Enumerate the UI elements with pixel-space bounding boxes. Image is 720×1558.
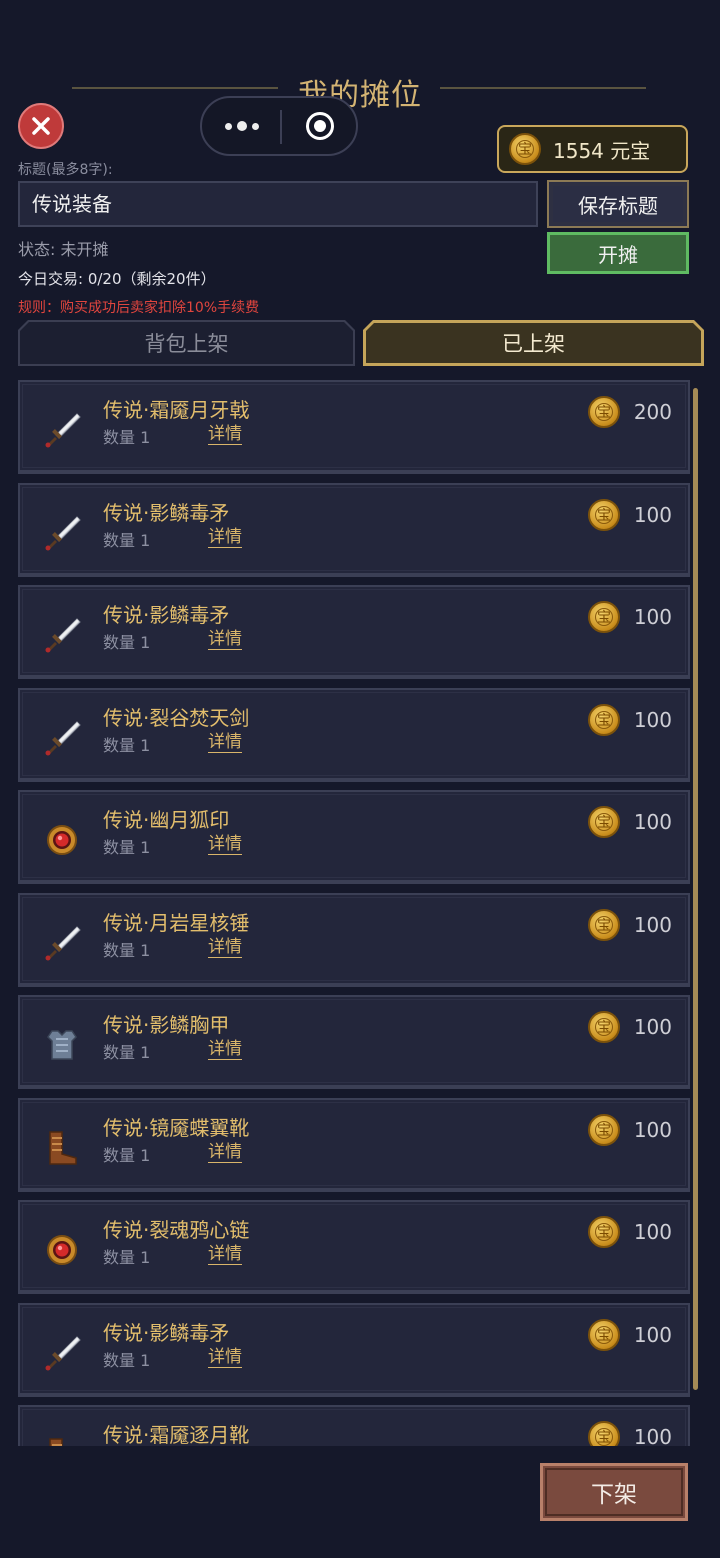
listed-items-list[interactable]: 传说·霜魇月牙戟 数量 1 详情宝 200 传说·影鳞毒矛 数量 1 详情宝 100 传说·影鳞… (18, 380, 690, 1446)
item-quantity: 数量 1 (103, 633, 151, 652)
amulet-icon (42, 1230, 82, 1270)
item-quantity: 数量 1 (103, 530, 151, 550)
item-quantity: 数量 1 (103, 735, 151, 755)
capsule-divider (280, 110, 282, 144)
amulet-icon (42, 820, 82, 860)
item-name: 传说·影鳞毒矛 (103, 603, 230, 627)
listing-row[interactable]: 传说·影鳞毒矛数量 1 详情 宝 100 (18, 1302, 690, 1397)
item-price: 200 (633, 400, 672, 424)
more-icon[interactable] (220, 114, 264, 138)
item-detail-link[interactable]: 详情 (208, 834, 242, 855)
gold-coin-icon: 宝 (588, 908, 620, 941)
item-name: 传说·镜魇蝶翼靴 (103, 1115, 250, 1140)
listing-row[interactable]: 传说·裂魂鸦心链数量 1 详情 宝 100 (18, 1200, 690, 1294)
item-quantity: 数量 1 (103, 1248, 151, 1267)
item-name: 传说·影鳞毒矛 (103, 500, 230, 525)
open-stall-button[interactable]: 开摊 (547, 232, 689, 274)
tab-bag-listing[interactable]: 背包上架 (18, 320, 355, 366)
item-price: 100 (633, 1322, 672, 1347)
target-icon[interactable] (305, 111, 335, 141)
listing-row[interactable]: 传说·裂谷焚天剑数量 1 详情 宝 100 (18, 687, 690, 782)
page-title: 我的摊位 (298, 78, 422, 113)
item-price: 100 (633, 1220, 672, 1244)
item-quantity: 数量 1 (103, 428, 151, 447)
title-field-label: 标题(最多8字): (18, 162, 113, 178)
listing-row[interactable]: 传说·影鳞毒矛数量 1 详情 宝 100 (18, 482, 690, 577)
item-price: 100 (633, 605, 672, 629)
item-price: 100 (633, 1425, 672, 1446)
item-detail-link[interactable]: 详情 (208, 1039, 242, 1060)
item-price: 100 (633, 810, 672, 834)
item-detail-link[interactable]: 详情 (208, 1244, 242, 1265)
item-detail-link[interactable]: 详情 (208, 937, 242, 958)
save-title-button[interactable]: 保存标题 (547, 180, 689, 228)
item-detail-link[interactable]: 详情 (208, 424, 242, 445)
item-detail-link[interactable]: 详情 (208, 1142, 242, 1163)
listing-row[interactable]: 传说·影鳞胸甲数量 1 详情 宝 100 (18, 995, 690, 1089)
item-quantity: 数量 1 (103, 838, 151, 857)
item-detail-link[interactable]: 详情 (208, 1347, 242, 1368)
dagger-icon (42, 410, 82, 450)
item-name: 传说·影鳞胸甲 (103, 1013, 230, 1037)
listing-row[interactable]: 传说·霜魇月牙戟数量 1 详情 宝 200 (18, 380, 690, 474)
currency-display: 宝 1554 元宝 (497, 125, 688, 173)
title-bar: 我的摊位 (0, 62, 720, 113)
gold-coin-icon: 宝 (588, 396, 620, 428)
fee-rule-text: 规则：购买成功后卖家扣除10%手续费 (18, 300, 260, 316)
close-icon (32, 117, 50, 135)
list-scrollbar[interactable] (693, 388, 698, 1390)
daily-trade-count: 今日交易: 0/20（剩余20件） (18, 270, 216, 288)
listing-row[interactable]: 传说·月岩星核锤数量 1 详情 宝 100 (18, 892, 690, 987)
gold-coin-icon: 宝 (588, 1421, 620, 1446)
stall-title-input[interactable]: 传说装备 (18, 181, 538, 227)
item-name: 传说·影鳞毒矛 (103, 1320, 230, 1345)
delist-button[interactable]: 下架 (540, 1463, 688, 1521)
listing-row[interactable]: 传说·影鳞毒矛数量 1 详情 宝 100 (18, 585, 690, 679)
item-detail-link[interactable]: 详情 (208, 629, 242, 650)
item-detail-link[interactable]: 详情 (208, 732, 242, 753)
dagger-icon (42, 513, 82, 553)
gold-coin-icon: 宝 (588, 601, 620, 633)
item-price: 100 (633, 912, 672, 937)
item-name: 传说·月岩星核锤 (103, 910, 250, 935)
item-name: 传说·裂谷焚天剑 (103, 705, 250, 730)
item-name: 传说·霜魇月牙戟 (103, 398, 250, 422)
item-price: 100 (633, 502, 672, 527)
listing-row[interactable]: 传说·幽月狐印数量 1 详情 宝 100 (18, 790, 690, 884)
miniprogram-capsule (200, 96, 358, 156)
item-price: 100 (633, 707, 672, 732)
gold-coin-icon: 宝 (509, 133, 541, 165)
chest-armor-icon (42, 1025, 82, 1065)
title-divider-right (440, 87, 646, 89)
gold-coin-icon: 宝 (588, 498, 620, 531)
dagger-icon (42, 615, 82, 655)
dagger-icon (42, 1333, 82, 1373)
dagger-icon (42, 923, 82, 963)
gold-coin-icon: 宝 (588, 1113, 620, 1146)
item-quantity: 数量 1 (103, 940, 151, 960)
item-detail-link[interactable]: 详情 (208, 527, 242, 548)
close-button[interactable] (18, 103, 64, 149)
item-quantity: 数量 1 (103, 1350, 151, 1370)
listing-row[interactable]: 传说·霜魇逐月靴数量 1详情宝100 (18, 1405, 690, 1446)
stall-status: 状态: 未开摊 (18, 240, 109, 259)
currency-amount: 1554 元宝 (553, 138, 651, 163)
item-price: 100 (633, 1015, 672, 1039)
item-name: 传说·裂魂鸦心链 (103, 1218, 250, 1242)
boots-icon (42, 1128, 82, 1168)
item-price: 100 (633, 1117, 672, 1142)
listing-row[interactable]: 传说·镜魇蝶翼靴数量 1 详情 宝 100 (18, 1097, 690, 1192)
tab-listed[interactable]: 已上架 (363, 320, 704, 366)
gold-coin-icon: 宝 (588, 1318, 620, 1351)
item-quantity: 数量 1 (103, 1145, 151, 1165)
dagger-icon (42, 718, 82, 758)
gold-coin-icon: 宝 (588, 1216, 620, 1248)
boots-icon (42, 1435, 82, 1446)
gold-coin-icon: 宝 (588, 1011, 620, 1043)
item-name: 传说·霜魇逐月靴 (103, 1423, 250, 1446)
item-quantity: 数量 1 (103, 1043, 151, 1062)
gold-coin-icon: 宝 (588, 806, 620, 838)
gold-coin-icon: 宝 (588, 703, 620, 736)
item-name: 传说·幽月狐印 (103, 808, 230, 832)
